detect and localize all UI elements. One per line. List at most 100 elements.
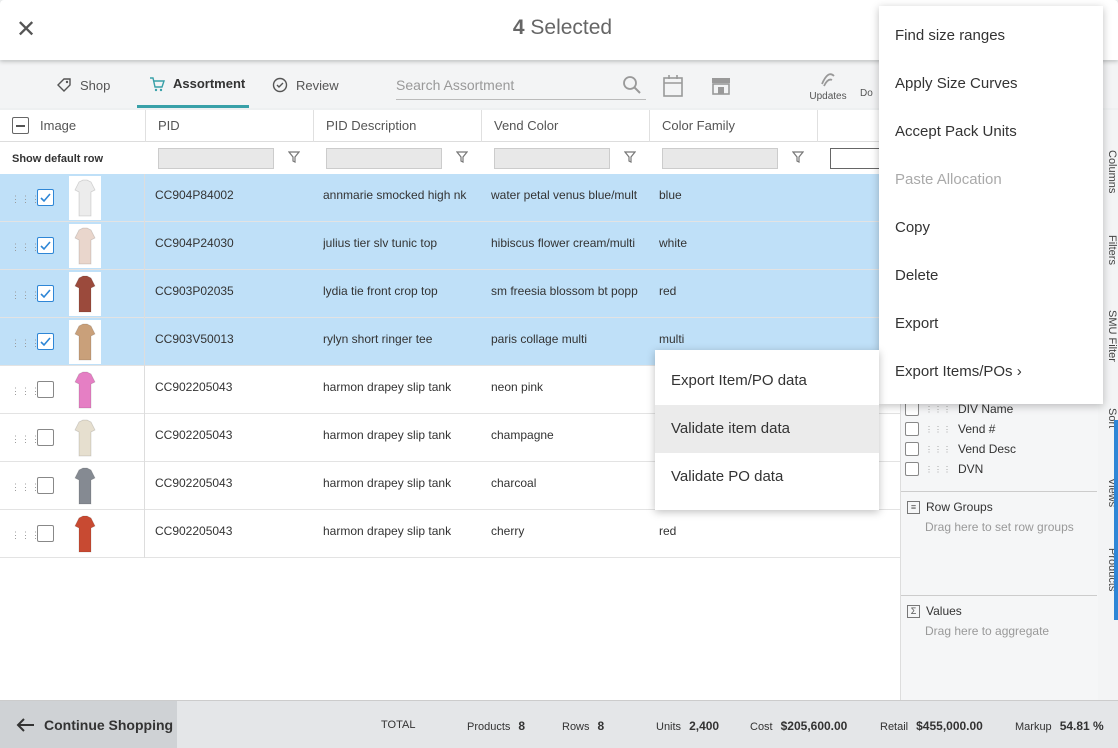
- menu-item[interactable]: Accept Pack Units: [879, 108, 1103, 156]
- column-header-image[interactable]: Image: [28, 110, 76, 142]
- product-thumbnail[interactable]: [69, 224, 101, 268]
- values-section[interactable]: Σ Values Drag here to aggregate: [901, 595, 1097, 699]
- pid-cell: CC902205043: [155, 380, 233, 394]
- row-checkbox[interactable]: [37, 333, 54, 350]
- selected-count: 4: [512, 16, 525, 39]
- search-input[interactable]: Search Assortment: [396, 74, 646, 100]
- desc-filter-input[interactable]: [326, 148, 442, 169]
- menu-item[interactable]: Find size ranges: [879, 12, 1103, 60]
- row-checkbox[interactable]: [37, 381, 54, 398]
- product-thumbnail[interactable]: [69, 368, 101, 412]
- menu-item[interactable]: Export: [879, 300, 1103, 348]
- product-thumbnail[interactable]: [69, 320, 101, 364]
- row-groups-icon: ≡: [907, 500, 920, 514]
- column-item-label: Vend Desc: [958, 442, 1017, 456]
- continue-shopping-button[interactable]: Continue Shopping: [0, 701, 177, 748]
- products-stat: Products 8: [467, 719, 525, 733]
- table-row[interactable]: ⋮⋮⋮ CC903P02035 lydia tie front crop top sm…: [0, 270, 900, 318]
- color-family-cell: red: [659, 284, 677, 298]
- submenu-item[interactable]: Export Item/PO data: [655, 357, 879, 405]
- row-groups-section[interactable]: ≡ Row Groups Drag here to set row groups: [901, 491, 1097, 595]
- column-header-color-family[interactable]: Color Family: [649, 110, 735, 142]
- menu-item[interactable]: Copy: [879, 204, 1103, 252]
- row-groups-title: Row Groups: [926, 500, 993, 514]
- menu-item[interactable]: Export Items/POs ›: [879, 348, 1103, 396]
- product-thumbnail[interactable]: [69, 512, 101, 556]
- garment-icon: [74, 179, 96, 217]
- menu-item-label: Copy: [895, 219, 931, 236]
- tab-assortment[interactable]: Assortment: [137, 62, 249, 108]
- submenu-item[interactable]: Validate item data: [655, 405, 879, 453]
- garment-icon: [74, 275, 96, 313]
- updates-button[interactable]: Updates: [808, 70, 848, 102]
- color-family-filter-input[interactable]: [662, 148, 778, 169]
- search-placeholder: Search Assortment: [396, 77, 515, 93]
- column-header-pid[interactable]: PID: [145, 110, 180, 142]
- store-icon[interactable]: [710, 76, 732, 96]
- units-value: 2,400: [689, 719, 720, 733]
- row-checkbox[interactable]: [37, 237, 54, 254]
- column-checkbox[interactable]: [905, 462, 919, 476]
- tab-shop[interactable]: Shop: [56, 62, 110, 108]
- product-thumbnail[interactable]: [69, 272, 101, 316]
- row-checkbox[interactable]: [37, 429, 54, 446]
- product-thumbnail[interactable]: [69, 176, 101, 220]
- row-checkbox[interactable]: [37, 285, 54, 302]
- column-item-div-name[interactable]: ⋮⋮⋮ DIV Name: [905, 402, 1013, 416]
- total-label: TOTAL: [381, 719, 416, 731]
- column-header-pid-description[interactable]: PID Description: [313, 110, 416, 142]
- drag-handle-icon[interactable]: ⋮⋮⋮: [925, 445, 952, 454]
- row-checkbox[interactable]: [37, 189, 54, 206]
- show-default-row[interactable]: Show default row: [12, 153, 103, 165]
- products-label: Products: [467, 721, 511, 733]
- description-cell: harmon drapey slip tank: [323, 428, 452, 442]
- menu-item-label: Accept Pack Units: [895, 123, 1017, 140]
- column-checkbox[interactable]: [905, 402, 919, 416]
- product-thumbnail[interactable]: [69, 416, 101, 460]
- search-icon[interactable]: [622, 75, 642, 95]
- pid-cell: CC904P84002: [155, 188, 234, 202]
- select-all-checkbox[interactable]: [12, 117, 29, 134]
- description-cell: lydia tie front crop top: [323, 284, 438, 298]
- column-checkbox[interactable]: [905, 422, 919, 436]
- drag-handle-icon[interactable]: ⋮⋮⋮: [925, 405, 952, 414]
- product-thumbnail[interactable]: [69, 464, 101, 508]
- vend-color-cell: paris collage multi: [491, 332, 588, 346]
- table-row[interactable]: ⋮⋮⋮ CC904P84002 annmarie smocked high nk wa…: [0, 174, 900, 222]
- table-row[interactable]: ⋮⋮⋮ CC902205043 harmon drapey slip tank che…: [0, 510, 900, 558]
- column-checkbox[interactable]: [905, 442, 919, 456]
- garment-icon: [74, 419, 96, 457]
- column-item-vend-number[interactable]: ⋮⋮⋮ Vend #: [905, 422, 995, 436]
- drag-handle-icon[interactable]: ⋮⋮⋮: [925, 465, 952, 474]
- row-checkbox[interactable]: [37, 477, 54, 494]
- description-cell: harmon drapey slip tank: [323, 524, 452, 538]
- vend-color-cell: cherry: [491, 524, 525, 538]
- row-checkbox[interactable]: [37, 525, 54, 542]
- submenu-item[interactable]: Validate PO data: [655, 453, 879, 501]
- drag-handle-icon[interactable]: ⋮⋮⋮: [925, 425, 952, 434]
- sigma-icon: Σ: [907, 604, 920, 618]
- table-row[interactable]: ⋮⋮⋮ CC904P24030 julius tier slv tunic top h…: [0, 222, 900, 270]
- garment-icon: [74, 515, 96, 553]
- filter-icon[interactable]: [456, 151, 468, 163]
- column-item-vend-desc[interactable]: ⋮⋮⋮ Vend Desc: [905, 442, 1016, 456]
- filter-icon[interactable]: [792, 151, 804, 163]
- tab-review[interactable]: Review: [272, 62, 339, 108]
- context-menu: Find size ranges Apply Size Curves Accept …: [879, 6, 1103, 404]
- menu-item-label: Delete: [895, 267, 939, 284]
- menu-item[interactable]: Delete: [879, 252, 1103, 300]
- menu-item[interactable]: Apply Size Curves: [879, 60, 1103, 108]
- menu-item-label: Apply Size Curves: [895, 75, 1018, 92]
- pid-filter-input[interactable]: [158, 148, 274, 169]
- filter-icon[interactable]: [624, 151, 636, 163]
- selected-label: Selected: [530, 16, 613, 39]
- column-item-dvn[interactable]: ⋮⋮⋮ DVN: [905, 462, 983, 476]
- scrollbar[interactable]: [1114, 420, 1118, 620]
- calendar-icon[interactable]: [662, 74, 684, 98]
- column-header-vend-color[interactable]: Vend Color: [481, 110, 558, 142]
- vend-color-filter-input[interactable]: [494, 148, 610, 169]
- check-circle-icon: [272, 77, 288, 93]
- do-label[interactable]: Do: [860, 88, 880, 99]
- filter-icon[interactable]: [288, 151, 300, 163]
- column-item-label: DVN: [958, 462, 984, 476]
